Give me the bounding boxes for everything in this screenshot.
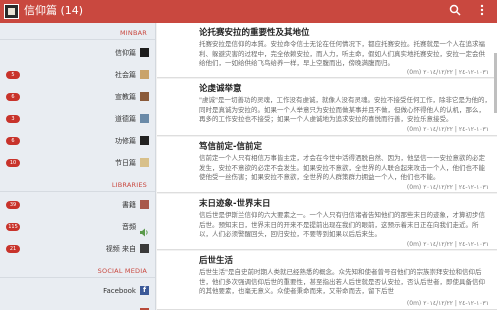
book-thumb-icon xyxy=(140,158,149,167)
article-excerpt: 托赛安拉是信仰的本質。安拉命令信士无论在任何情况下，都应托赛安拉。托赛就是一个人… xyxy=(199,40,485,68)
nav-item-video[interactable]: 21 视频 来自 xyxy=(0,239,155,261)
article-meta: (0m) ١٠٣١-١٢-٢٤ | ٢٠١٤/١٢/٢٢ xyxy=(407,300,489,308)
article-card[interactable]: 末日迹象-世界末日 信后世是伊斯兰信仰的六大要素之一。一个人只有归信诸者告知他们… xyxy=(157,194,497,250)
article-date: ١٠٣١-١٢-٢٤ | ٢٠١٤/١٢/٢٢ xyxy=(423,126,489,133)
divider xyxy=(0,191,155,192)
book-thumb-icon xyxy=(140,70,149,79)
count-badge: 3 xyxy=(6,115,20,123)
nav-item-label: 社会篇 xyxy=(115,71,136,79)
nav-drawer: MINBAR 信仰篇 5 社会篇 6 宣教篇 3 道德篇 6 功修篇 10 节日… xyxy=(0,23,156,310)
article-date: ١٠٣١-١٢-٢٤ | ٢٠١٤/١٢/٢٢ xyxy=(423,184,489,191)
article-card[interactable]: 笃信前定-信前定 信前定一个人只有相信万事皆主定，才会在今世中活得洒脱自然、因为… xyxy=(157,137,497,193)
speaker-icon xyxy=(140,222,149,237)
count-badge: 6 xyxy=(6,93,20,101)
nav-item-label: 音頻 xyxy=(122,223,136,231)
book-thumb-icon xyxy=(140,200,149,209)
app-bar: 信仰篇 (14) xyxy=(0,0,497,23)
view-count: (0m) xyxy=(406,126,422,133)
article-title: 后世生活 xyxy=(199,256,234,266)
nav-item-label: 書籍 xyxy=(122,201,136,209)
book-thumb-icon xyxy=(140,48,149,57)
search-icon[interactable] xyxy=(449,4,461,20)
nav-item-extra[interactable] xyxy=(0,303,155,310)
video-thumb-icon xyxy=(140,244,149,253)
nav-item-label: 功修篇 xyxy=(115,137,136,145)
section-header-libraries: LIBRARIES xyxy=(111,181,147,189)
article-excerpt: 信前定一个人只有相信万事皆主定，才会在今世中活得洒脱自然、因为，他坚信一一安拉意… xyxy=(199,154,485,182)
book-thumb-icon xyxy=(140,114,149,123)
article-card[interactable]: 后世生活 后世生活"是自史前时期人类就已经熟悉的概念。众先知和使者曾号召他们的宗… xyxy=(157,251,497,310)
nav-item-label: 信仰篇 xyxy=(115,49,136,57)
app-title: 信仰篇 (14) xyxy=(24,4,84,17)
nav-item-audio[interactable]: 115 音頻 xyxy=(0,217,155,239)
article-excerpt: 信后世是伊斯兰信仰的六大要素之一。一个人只有归信诸者告知他们的那些末日的迹象，才… xyxy=(199,211,485,239)
article-title: 论虔诚举意 xyxy=(199,84,242,94)
article-list: 论托赛安拉的重要性及其地位 托赛安拉是信仰的本質。安拉命令信士无论在任何情况下，… xyxy=(157,23,497,310)
article-card[interactable]: 论虔诚举意 "虔诚"是一切善功的灵魂，工作没有虔诚，就像人没有灵魂。安拉不接受任… xyxy=(157,79,497,136)
nav-item-label: Facebook xyxy=(103,287,136,295)
section-header-social-media: SOCIAL MEDIA xyxy=(97,267,147,275)
nav-item-faith[interactable]: 信仰篇 xyxy=(0,43,155,65)
view-count: (0m) xyxy=(406,300,422,307)
count-badge: 10 xyxy=(6,159,20,167)
view-count: (0m) xyxy=(406,184,422,191)
article-title: 论托赛安拉的重要性及其地位 xyxy=(199,28,310,38)
article-excerpt: 后世生活"是自史前时期人类就已经熟悉的概念。众先知和使者曾号召他们的宗族崇拜安拉… xyxy=(199,268,485,296)
nav-item-morals[interactable]: 3 道德篇 xyxy=(0,109,155,131)
divider xyxy=(0,277,155,278)
article-title: 笃信前定-信前定 xyxy=(199,142,263,152)
article-meta: (0m) ١٠٣١-١٢-٢٤ | ٢٠١٤/١٢/٢٢ xyxy=(407,241,489,249)
count-badge: 5 xyxy=(6,71,20,79)
nav-item-label: 道德篇 xyxy=(115,115,136,123)
article-meta: (0m) ١٠٣١-١٢-٢٤ | ٢٠١٤/١٢/٢٢ xyxy=(407,184,489,192)
article-date: ١٠٣١-١٢-٢٤ | ٢٠١٤/١٢/٢٢ xyxy=(423,69,489,76)
nav-item-preach[interactable]: 6 宣教篇 xyxy=(0,87,155,109)
article-date: ١٠٣١-١٢-٢٤ | ٢٠١٤/١٢/٢٢ xyxy=(423,300,489,307)
article-card[interactable]: 论托赛安拉的重要性及其地位 托赛安拉是信仰的本質。安拉命令信士无论在任何情况下，… xyxy=(157,23,497,78)
app-logo-icon[interactable] xyxy=(4,4,19,19)
nav-item-books[interactable]: 39 書籍 xyxy=(0,195,155,217)
nav-item-label: 视频 来自 xyxy=(105,245,136,253)
count-badge: 39 xyxy=(6,201,20,209)
nav-item-festivals[interactable]: 10 节日篇 xyxy=(0,153,155,175)
book-thumb-icon xyxy=(140,92,149,101)
more-vert-icon[interactable] xyxy=(480,4,484,20)
facebook-icon: f xyxy=(140,286,149,295)
count-badge: 115 xyxy=(6,223,20,231)
article-meta: (0m) ١٠٣١-١٢-٢٤ | ٢٠١٤/١٢/٢٢ xyxy=(407,69,489,77)
view-count: (0m) xyxy=(406,69,422,76)
article-excerpt: "虔诚"是一切善功的灵魂，工作没有虔诚，就像人没有灵魂。安拉不接受任何工作，除非… xyxy=(199,96,491,124)
nav-item-label: 宣教篇 xyxy=(115,93,136,101)
nav-item-facebook[interactable]: Facebook f xyxy=(0,281,155,303)
article-date: ١٠٣١-١٢-٢٤ | ٢٠١٤/١٢/٢٢ xyxy=(423,241,489,248)
book-thumb-icon xyxy=(140,136,149,145)
article-meta: (0m) ١٠٣١-١٢-٢٤ | ٢٠١٤/١٢/٢٢ xyxy=(407,126,489,134)
section-header-minbar: MINBAR xyxy=(119,29,147,37)
nav-item-worship[interactable]: 6 功修篇 xyxy=(0,131,155,153)
view-count: (0m) xyxy=(406,241,422,248)
count-badge: 21 xyxy=(6,245,20,253)
article-title: 末日迹象-世界末日 xyxy=(199,199,271,209)
count-badge: 6 xyxy=(6,137,20,145)
nav-item-society[interactable]: 5 社会篇 xyxy=(0,65,155,87)
divider xyxy=(0,39,155,40)
nav-item-label: 节日篇 xyxy=(115,159,136,167)
